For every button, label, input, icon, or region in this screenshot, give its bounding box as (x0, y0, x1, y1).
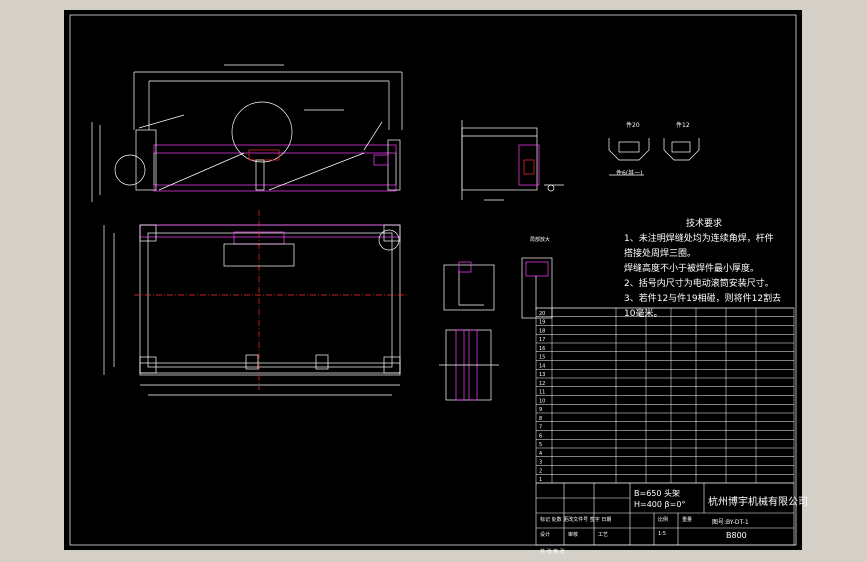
bom-row-number: 10 (539, 398, 545, 404)
bom-row-number: 4 (539, 451, 542, 457)
bom-row-number: 11 (539, 390, 545, 396)
section-label: 局部放大 (530, 237, 551, 243)
role-design: 设计 (540, 532, 551, 538)
side-elevation-view (91, 64, 403, 202)
end-view (461, 120, 564, 201)
bom-row-number: 16 (539, 346, 545, 352)
role-check: 审核 (568, 532, 579, 538)
tech-req-item: 焊缝高度不小于被焊件最小厚度。 (624, 264, 760, 274)
bom-row-number: 20 (539, 311, 545, 317)
model-label: B800 (726, 531, 747, 540)
section-label: 件12 (676, 122, 690, 129)
bom-row-number: 15 (539, 355, 545, 361)
scale-value: 1:5 (658, 531, 667, 537)
param-1: B=650 头架 (634, 489, 681, 498)
tech-req-title: 技术要求 (685, 219, 722, 229)
section-label: 件20 (626, 122, 640, 129)
tech-req-item: 搭接处周焊三圈。 (624, 249, 697, 259)
tech-req-item: 3、若件12与件19相碰，则将件12割去 (624, 294, 782, 304)
bom-row-number: 6 (539, 433, 542, 439)
section-label: 件6(其一) (616, 170, 643, 177)
bom-row-number: 14 (539, 363, 545, 369)
parts-list-table: 20 19 18 17 16 15 14 13 12 11 10 9 8 7 6 5 4 3 2 1 (535, 307, 795, 484)
cad-drawing-frame: 20 19 18 17 16 15 14 13 12 11 10 9 8 7 6 5 4 3 2 1 技术要求 1、未… (64, 10, 808, 555)
bom-row-number: 12 (539, 381, 545, 387)
bom-row-number: 17 (539, 337, 545, 343)
weight-label: 重量 (682, 517, 693, 523)
tech-req-item: 10毫米。 (624, 309, 663, 319)
bom-row-number: 13 (539, 372, 545, 378)
sheet-label: 共 张 第 张 (540, 549, 565, 555)
tech-req-item: 1、未注明焊缝处均为连续角焊，杆件 (624, 234, 774, 244)
plan-view (103, 210, 409, 396)
technical-requirements: 技术要求 1、未注明焊缝处均为连续角焊，杆件 搭接处周焊三圈。 焊缝高度不小于被… (624, 217, 844, 322)
drawing-number: 图号:BY-DT-1 (712, 519, 749, 526)
tech-req-item: 2、括号内尺寸为电动滚筒安装尺寸。 (624, 279, 774, 289)
bom-row-number: 8 (539, 416, 542, 422)
role-process: 工艺 (598, 532, 609, 538)
bom-row-number: 1 (539, 477, 542, 483)
company-name: 杭州博宇机械有限公司 (708, 497, 808, 508)
bom-row-number: 9 (539, 407, 542, 413)
bom-row-number: 2 (539, 468, 542, 474)
bom-row-number: 7 (539, 425, 542, 431)
revision-labels: 标记 处数 更改文件号 签字 日期 (540, 517, 612, 523)
param-2: H=400 β=0° (634, 500, 686, 509)
bom-row-number: 18 (539, 328, 545, 334)
bom-row-number: 3 (539, 460, 542, 466)
scale-label: 比例 (658, 517, 669, 523)
bom-row-number: 5 (539, 442, 542, 448)
bom-row-number: 19 (539, 320, 545, 326)
